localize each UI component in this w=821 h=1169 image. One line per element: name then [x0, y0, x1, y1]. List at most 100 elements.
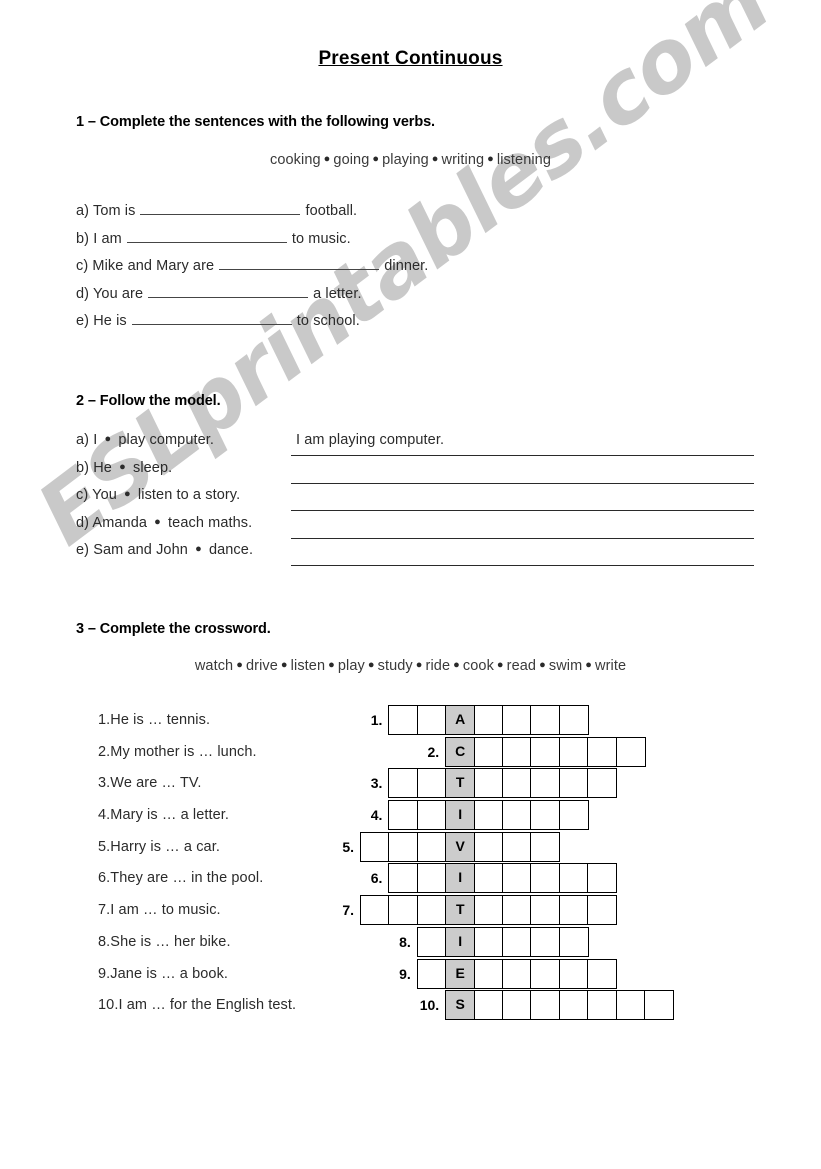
- answer-blank[interactable]: [126, 229, 287, 243]
- crossword-cell[interactable]: [587, 958, 618, 989]
- sentence-before-blank: You are: [92, 285, 144, 302]
- answer-line[interactable]: [291, 460, 754, 484]
- crossword-cell-shaded[interactable]: E: [445, 958, 476, 989]
- crossword-cell-shaded[interactable]: C: [445, 736, 476, 767]
- crossword-cell[interactable]: [644, 990, 675, 1021]
- prompt-separator: ●: [104, 433, 112, 445]
- crossword-cell-shaded[interactable]: T: [445, 895, 476, 926]
- crossword-cell[interactable]: [416, 958, 447, 989]
- crossword-cell[interactable]: [558, 705, 589, 735]
- crossword-cell[interactable]: [502, 768, 533, 799]
- crossword-cell[interactable]: [558, 895, 589, 926]
- crossword-cell[interactable]: [558, 863, 589, 894]
- crossword-row-number: 6.: [370, 870, 383, 887]
- prompt-verb: listen to a story.: [133, 487, 241, 503]
- crossword-cell[interactable]: [416, 926, 447, 957]
- crossword-cell[interactable]: [530, 736, 561, 767]
- crossword-cell[interactable]: [530, 958, 561, 989]
- crossword-cell[interactable]: [416, 768, 447, 799]
- prompt-verb: sleep.: [128, 459, 173, 476]
- crossword-cell[interactable]: [502, 800, 533, 831]
- crossword-cell[interactable]: [388, 705, 419, 735]
- crossword-cell[interactable]: [558, 800, 589, 831]
- wordbank-word: ride: [425, 658, 451, 674]
- crossword-cell[interactable]: [558, 958, 589, 989]
- crossword-cell-shaded[interactable]: V: [445, 831, 476, 862]
- crossword-cell-shaded[interactable]: I: [445, 863, 476, 894]
- crossword-cell[interactable]: [530, 800, 561, 831]
- answer-blank[interactable]: [148, 284, 309, 298]
- crossword-cell[interactable]: [530, 990, 561, 1021]
- crossword-cell[interactable]: [388, 895, 419, 926]
- wordbank-word: cooking: [269, 152, 321, 168]
- crossword-cell[interactable]: [558, 926, 589, 957]
- crossword-cell[interactable]: [530, 831, 561, 862]
- crossword-cell[interactable]: [530, 863, 561, 894]
- crossword-cell[interactable]: [587, 863, 618, 894]
- crossword-cell[interactable]: [473, 863, 504, 894]
- crossword-cell[interactable]: [502, 736, 532, 767]
- answer-blank[interactable]: [219, 256, 380, 270]
- crossword-cell[interactable]: [473, 990, 504, 1021]
- crossword-cell[interactable]: [473, 926, 504, 957]
- crossword-cell[interactable]: [360, 895, 390, 926]
- answer-line[interactable]: [291, 542, 754, 566]
- answer-line[interactable]: I am playing computer.: [291, 432, 754, 456]
- crossword-cell[interactable]: [473, 895, 504, 926]
- crossword-cell[interactable]: [473, 768, 504, 799]
- crossword-cell[interactable]: [416, 705, 447, 735]
- crossword-cell[interactable]: [473, 736, 504, 767]
- wordbank-separator: ●: [453, 659, 460, 671]
- crossword-cell[interactable]: [388, 768, 419, 799]
- crossword-cell[interactable]: [615, 736, 646, 767]
- crossword-cell[interactable]: [473, 705, 504, 735]
- answer-blank[interactable]: [140, 201, 301, 215]
- sentence-before-blank: Tom is: [92, 203, 136, 219]
- crossword-cell[interactable]: [530, 895, 561, 926]
- sentence-before-blank: Mike and Mary are: [92, 258, 215, 274]
- crossword-cell[interactable]: [416, 895, 447, 926]
- crossword-cell-shaded[interactable]: I: [445, 926, 476, 957]
- answer-line[interactable]: [291, 487, 754, 511]
- crossword-row-number: 2.: [427, 743, 440, 760]
- clue-number: 3.: [98, 775, 111, 792]
- crossword-cell[interactable]: [416, 800, 447, 831]
- crossword-cell[interactable]: [530, 768, 561, 799]
- crossword-cell[interactable]: [473, 958, 504, 989]
- crossword-cell[interactable]: [473, 831, 504, 862]
- crossword-cell[interactable]: [587, 895, 618, 926]
- crossword-cell-shaded[interactable]: T: [445, 768, 476, 799]
- wordbank-separator: ●: [280, 659, 288, 671]
- crossword-cell[interactable]: [416, 831, 447, 862]
- crossword-cell[interactable]: [388, 800, 419, 831]
- crossword-cell-shaded[interactable]: S: [445, 990, 476, 1021]
- crossword-cell[interactable]: [502, 958, 533, 989]
- crossword-cell[interactable]: [587, 768, 618, 799]
- prompt-verb: teach maths.: [163, 514, 253, 531]
- crossword-cell[interactable]: [502, 863, 533, 894]
- crossword-cell-shaded[interactable]: A: [445, 705, 476, 735]
- clue-number: 6.: [98, 870, 111, 887]
- crossword-cell[interactable]: [388, 831, 419, 862]
- crossword-cell[interactable]: [502, 705, 533, 735]
- crossword-cell[interactable]: [558, 736, 589, 767]
- crossword-cell[interactable]: [360, 831, 390, 862]
- crossword-cell[interactable]: [473, 800, 504, 831]
- crossword-cell[interactable]: [388, 863, 419, 894]
- crossword-cell[interactable]: [416, 863, 447, 894]
- crossword-cell[interactable]: [558, 768, 589, 799]
- crossword-cell[interactable]: [502, 895, 533, 926]
- crossword-cell[interactable]: [587, 736, 618, 767]
- crossword-cell[interactable]: [502, 831, 533, 862]
- crossword-cell[interactable]: [587, 990, 618, 1021]
- answer-line[interactable]: [291, 515, 754, 539]
- crossword-cell[interactable]: [615, 990, 646, 1021]
- crossword-cell-shaded[interactable]: I: [445, 800, 476, 831]
- crossword-cell[interactable]: [530, 926, 561, 957]
- crossword-cell[interactable]: [502, 926, 533, 957]
- crossword-cell[interactable]: [558, 990, 589, 1021]
- crossword-cell[interactable]: [502, 990, 532, 1021]
- answer-blank[interactable]: [131, 311, 292, 325]
- crossword-cell[interactable]: [530, 705, 561, 735]
- crossword-cells: C: [445, 736, 646, 767]
